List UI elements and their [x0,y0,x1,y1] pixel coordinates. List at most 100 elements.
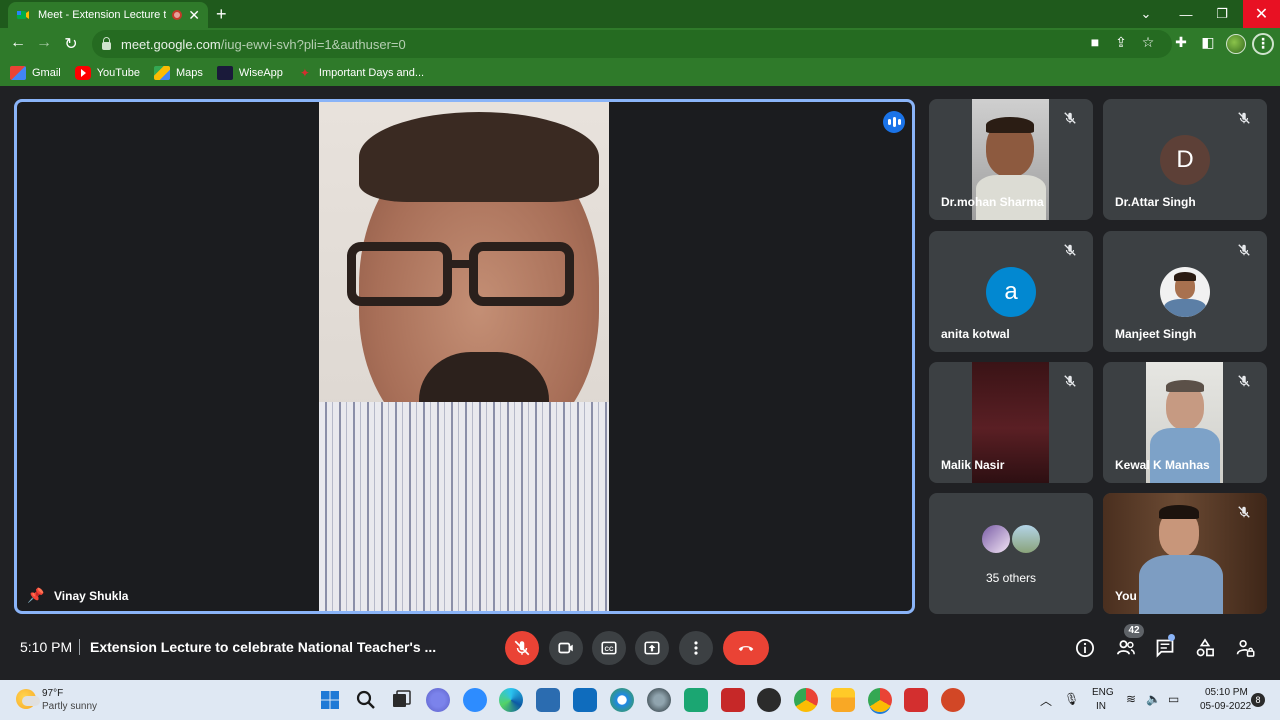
wiseapp-icon [216,66,233,80]
url-path: /iug-ewvi-svh?pli=1&authuser=0 [220,36,406,52]
new-tab-button[interactable]: + [216,4,227,25]
forward-arrow-icon[interactable]: → [34,34,54,52]
activities-button[interactable] [1193,636,1217,660]
more-options-button[interactable] [679,631,713,665]
obs-icon[interactable] [757,688,781,712]
participant-name: anita kotwal [941,327,1010,341]
meeting-details-button[interactable] [1073,636,1097,660]
recording-indicator-icon [172,10,183,20]
chat-app-icon[interactable] [426,688,450,712]
host-controls-button[interactable] [1233,636,1257,660]
windows-start-icon[interactable] [318,688,342,712]
camera-toggle-button[interactable] [549,631,583,665]
pin-icon[interactable]: 📌 [27,587,44,604]
tab-search-chevron-icon[interactable]: ⌄ [1136,0,1156,28]
browser-tab-bar: Meet - Extension Lecture to c ✕ + ⌄ — ❐ … [0,0,1280,28]
captions-icon: CC [601,641,617,655]
mail-icon[interactable] [573,688,597,712]
browser-menu-icon[interactable]: ⋮ [1252,33,1274,55]
app-globe-icon[interactable] [647,688,671,712]
bookmarks-bar: Gmail YouTube Maps WiseApp ✦ Important Da… [0,60,1280,86]
powerpoint-icon[interactable] [941,688,965,712]
address-bar[interactable]: meet.google.com/iug-ewvi-svh?pli=1&authu… [92,30,1172,58]
info-icon [1076,639,1094,657]
battery-icon[interactable]: ▭ [1168,692,1179,706]
back-arrow-icon[interactable]: ← [8,34,28,52]
tab-close-icon[interactable]: ✕ [188,7,200,24]
taskbar-date[interactable]: 05-09-2022 [1200,701,1251,712]
language-indicator-bottom[interactable]: IN [1096,701,1106,712]
app-m-icon[interactable] [684,688,708,712]
share-icon[interactable]: ⇪ [1112,34,1130,51]
participant-tile[interactable]: Malik Nasir [929,362,1093,483]
others-avatar [980,523,1012,555]
store-icon[interactable] [536,688,560,712]
camera-in-use-icon[interactable]: ■ [1086,34,1104,50]
taskbar-time[interactable]: 05:10 PM [1205,687,1248,698]
meeting-title: Extension Lecture to celebrate National … [90,639,437,655]
activities-shapes-icon [1196,638,1214,657]
task-view-icon[interactable] [389,688,413,712]
edge-browser-icon[interactable] [499,688,523,712]
present-screen-button[interactable] [635,631,669,665]
participant-tile[interactable]: Dr.mohan Sharma [929,99,1093,220]
participant-tile[interactable]: a anita kotwal [929,231,1093,352]
others-tile[interactable]: 35 others [929,493,1093,614]
language-indicator-top[interactable]: ENG [1092,687,1114,698]
chrome-active-icon[interactable] [868,688,892,712]
participant-tile[interactable]: Manjeet Singh [1103,231,1267,352]
speaker-volume-icon[interactable]: 🔈 [1146,692,1161,706]
muted-mic-icon [1237,111,1253,127]
bookmark-label: Maps [175,67,203,79]
app-grid-icon[interactable] [721,688,745,712]
leave-call-button[interactable] [723,631,769,665]
minimize-window-button[interactable]: — [1172,0,1200,28]
weather-temperature[interactable]: 97°F [42,688,63,699]
screen: Meet - Extension Lecture to c ✕ + ⌄ — ❐ … [0,0,1280,720]
url-text: meet.google.com/iug-ewvi-svh?pli=1&authu… [121,37,406,52]
app-circle-icon[interactable] [610,688,634,712]
captions-button[interactable]: CC [592,631,626,665]
windows-taskbar: 97°F Partly sunny ︿ 🎙 ENG IN ≋ 🔈 ▭ 05:10… [0,680,1280,720]
participant-name: Dr.mohan Sharma [941,195,1044,209]
side-panel-icon[interactable]: ◧ [1199,34,1217,51]
acrobat-icon[interactable] [904,688,928,712]
file-explorer-icon[interactable] [831,688,855,712]
show-hidden-icons-chevron-icon[interactable]: ︿ [1040,692,1052,709]
meet-favicon-icon [17,11,29,19]
bookmark-star-icon[interactable]: ☆ [1139,34,1157,51]
mic-toggle-button[interactable] [505,631,539,665]
main-speaker-tile[interactable]: 📌 Vinay Shukla [14,99,915,614]
bookmark-label: WiseApp [238,67,283,79]
others-count-label: 35 others [985,571,1037,585]
wifi-icon[interactable]: ≋ [1126,692,1136,706]
youtube-icon [74,66,91,80]
close-window-button[interactable]: ✕ [1243,0,1280,28]
profile-avatar[interactable] [1226,34,1246,54]
bookmark-page-icon: ✦ [299,66,310,80]
maximize-window-button[interactable]: ❐ [1208,0,1236,28]
muted-mic-icon [1063,374,1079,390]
self-view-tile[interactable]: You [1103,493,1267,614]
bookmark-maps[interactable]: Maps [153,66,203,80]
muted-mic-icon [1237,243,1253,259]
participant-name: Malik Nasir [941,458,1005,472]
participant-tile[interactable]: D Dr.Attar Singh [1103,99,1267,220]
search-icon[interactable] [354,688,378,712]
svg-text:CC: CC [605,646,614,653]
notification-count-badge[interactable]: 8 [1251,693,1265,707]
chrome-icon[interactable] [794,688,818,712]
zoom-icon[interactable] [463,688,487,712]
microphone-tray-icon[interactable]: 🎙 [1064,692,1079,706]
bookmark-wiseapp[interactable]: WiseApp [216,66,283,80]
people-button[interactable] [1114,636,1138,660]
participant-tile[interactable]: Kewal K Manhas [1103,362,1267,483]
bookmark-important-days[interactable]: ✦ Important Days and... [297,66,424,80]
bookmark-youtube[interactable]: YouTube [74,66,140,80]
others-avatar [1010,523,1042,555]
extensions-puzzle-icon[interactable]: ✚ [1172,34,1190,51]
reload-icon[interactable]: ↻ [61,34,81,54]
bookmark-gmail[interactable]: Gmail [10,66,61,80]
browser-tab-meet[interactable]: Meet - Extension Lecture to c ✕ [8,2,208,28]
weather-description[interactable]: Partly sunny [42,701,97,712]
